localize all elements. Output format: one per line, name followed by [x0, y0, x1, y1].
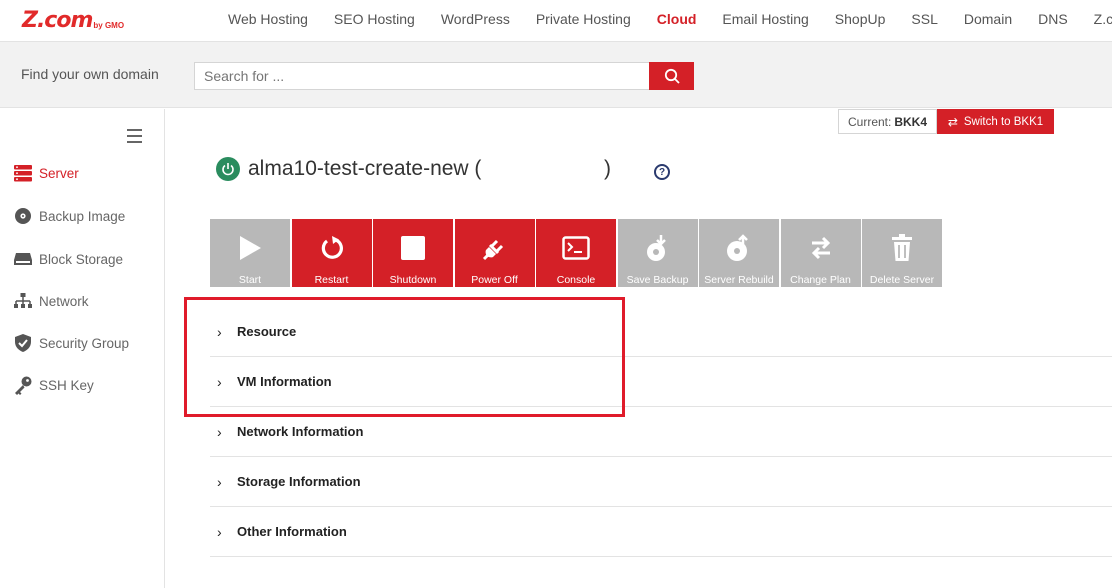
change-plan-button[interactable]: Change Plan [780, 219, 861, 287]
section-other-information[interactable]: › Other Information [210, 507, 1112, 557]
highlight-box [184, 297, 625, 417]
shutdown-button[interactable]: Shutdown [373, 219, 453, 287]
sidebar-item-label: Backup Image [39, 208, 126, 224]
action-label: Start [238, 274, 262, 286]
server-name: alma10-test-create-new ( ) [248, 157, 611, 180]
section-label: Network Information [237, 424, 364, 439]
help-icon[interactable]: ? [654, 164, 670, 180]
power-status-icon [216, 157, 240, 181]
console-button[interactable]: Console [536, 219, 616, 287]
shield-icon [13, 333, 33, 353]
action-label: Shutdown [389, 274, 437, 286]
sidebar-item-server[interactable]: Server [13, 163, 79, 183]
section-label: Other Information [237, 524, 347, 539]
nav-seo-hosting[interactable]: SEO Hosting [334, 11, 415, 27]
play-icon [238, 233, 262, 263]
logo-sub: by GMO [93, 21, 125, 30]
server-title: alma10-test-create-new ( ) [216, 157, 611, 181]
logo-text: Z.com [22, 8, 93, 33]
power-off-button[interactable]: Power Off [454, 219, 535, 287]
sidebar-item-label: Block Storage [39, 251, 124, 267]
chevron-right-icon: › [217, 473, 222, 490]
server-rebuild-button[interactable]: Server Rebuild [699, 219, 779, 287]
nav-ssl[interactable]: SSL [911, 11, 937, 27]
trash-icon [890, 233, 914, 263]
delete-server-button[interactable]: Delete Server [862, 219, 942, 287]
restart-button[interactable]: Restart [291, 219, 372, 287]
action-label: Restart [314, 274, 349, 286]
current-region-label: Current: [847, 114, 892, 129]
sidebar-item-security-group[interactable]: Security Group [13, 333, 129, 353]
nav-private-hosting[interactable]: Private Hosting [536, 11, 631, 27]
nav-email-hosting[interactable]: Email Hosting [722, 11, 808, 27]
zcom-logo[interactable]: Z.com by GMO [22, 8, 124, 32]
restart-icon [319, 233, 345, 263]
chevron-right-icon: › [217, 523, 222, 540]
stop-icon [400, 233, 426, 263]
start-button[interactable]: Start [210, 219, 290, 287]
sidebar-item-label: SSH Key [39, 377, 94, 393]
rebuild-icon [726, 233, 752, 263]
nav-web-hosting[interactable]: Web Hosting [228, 11, 308, 27]
switch-region-button[interactable]: ⇄ Switch to BKK1 [937, 109, 1054, 134]
chevron-right-icon: › [217, 423, 222, 440]
save-backup-button[interactable]: Save Backup [617, 219, 698, 287]
section-storage-information[interactable]: › Storage Information [210, 457, 1112, 507]
key-icon [13, 375, 33, 395]
sidebar-item-label: Server [39, 165, 79, 181]
action-label: Server Rebuild [704, 274, 774, 286]
search-button[interactable] [649, 62, 694, 90]
nav-shopup[interactable]: ShopUp [835, 11, 886, 27]
action-label: Change Plan [790, 274, 851, 286]
domain-search-bar: Find your own domain [0, 42, 1112, 108]
sidebar-item-block-storage[interactable]: Block Storage [13, 249, 123, 269]
server-actions: Start Restart Shutdown Power Off Console… [210, 219, 944, 287]
save-backup-icon [646, 233, 670, 263]
search-icon [664, 68, 680, 84]
switch-arrows-icon: ⇄ [947, 114, 958, 129]
backup-image-icon [13, 206, 33, 226]
sidebar: Server Backup Image Block Storage Networ… [0, 109, 165, 588]
current-region-value: BKK4 [894, 114, 928, 129]
network-icon [13, 291, 33, 311]
action-label: Delete Server [869, 274, 935, 286]
server-icon [13, 163, 33, 183]
nav-cloud[interactable]: Cloud [657, 11, 697, 27]
domain-search-label: Find your own domain [21, 66, 159, 82]
top-nav: Z.com by GMO Web Hosting SEO Hosting Wor… [0, 0, 1112, 42]
console-icon [562, 233, 590, 263]
action-label: Save Backup [626, 274, 689, 286]
nav-domain[interactable]: Domain [964, 11, 1012, 27]
plug-icon [482, 233, 508, 263]
switch-region-label: Switch to BKK1 [963, 115, 1044, 128]
sidebar-item-label: Security Group [39, 335, 130, 351]
action-label: Power Off [471, 274, 518, 286]
sidebar-item-network[interactable]: Network [13, 291, 89, 311]
main-nav: Web Hosting SEO Hosting WordPress Privat… [215, 0, 1112, 37]
sidebar-item-ssh-key[interactable]: SSH Key [13, 375, 94, 395]
nav-dns[interactable]: DNS [1038, 11, 1068, 27]
domain-search-input[interactable] [194, 62, 650, 90]
nav-wordpress[interactable]: WordPress [441, 11, 510, 27]
block-storage-icon [13, 249, 33, 269]
sidebar-item-backup-image[interactable]: Backup Image [13, 206, 125, 226]
action-label: Console [556, 274, 596, 286]
current-region: Current: BKK4 [838, 109, 937, 134]
sidebar-item-label: Network [39, 293, 89, 309]
nav-zcom-s[interactable]: Z.com S [1094, 11, 1112, 27]
menu-toggle-icon[interactable] [127, 129, 142, 147]
change-plan-icon [808, 233, 834, 263]
section-label: Storage Information [237, 474, 361, 489]
